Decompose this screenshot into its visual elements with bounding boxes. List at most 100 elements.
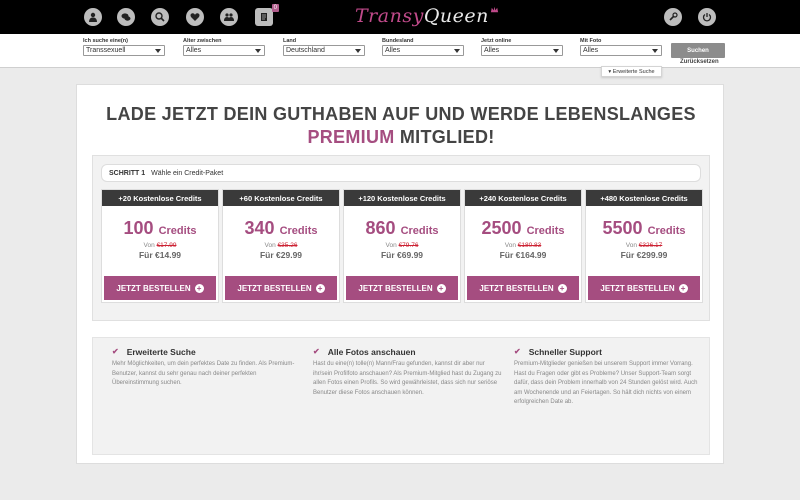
old-price-value: €17.99 <box>156 242 177 249</box>
feature-description: Mehr Möglichkeiten, um dein perfektes Da… <box>112 361 295 386</box>
headline-line2: PREMIUM MITGLIED! <box>77 126 725 149</box>
search-icon[interactable] <box>151 8 169 26</box>
order-now-button[interactable]: JETZT BESTELLEN + <box>346 276 458 300</box>
filter-age: Alter zwischen Alles <box>183 38 265 56</box>
chat-icon[interactable] <box>117 8 135 26</box>
old-price-value: €35.26 <box>277 242 298 249</box>
page-headline: LADE JETZT DEIN GUTHABEN AUF UND WERDE L… <box>77 103 725 149</box>
online-select[interactable]: Alles <box>481 45 563 56</box>
order-label: JETZT BESTELLEN <box>600 283 675 293</box>
package-header: +20 Kostenlose Credits <box>102 190 218 206</box>
filter-label: Land <box>283 38 297 44</box>
order-now-button[interactable]: JETZT BESTELLEN + <box>104 276 216 300</box>
filter-label: Mit Foto <box>580 38 602 44</box>
step-text: Wähle ein Credit-Paket <box>151 169 224 177</box>
notes-icon[interactable]: 0 <box>255 4 279 26</box>
headline-line1: LADE JETZT DEIN GUTHABEN AUF UND WERDE L… <box>106 104 696 124</box>
photo-select[interactable]: Alles <box>580 45 662 56</box>
feature-item: ✔ Alle Fotos anschauen Hast du eine(n) to… <box>313 346 503 398</box>
package-price: Für €299.99 <box>620 250 668 260</box>
check-icon: ✔ <box>313 347 320 356</box>
credit-count: 100 <box>123 218 154 238</box>
order-label: JETZT BESTELLEN <box>116 283 191 293</box>
feature-title: ✔ Erweiterte Suche <box>112 346 302 358</box>
from-label: Von <box>504 242 516 249</box>
users-icon[interactable] <box>220 8 238 26</box>
plus-circle-icon: + <box>436 283 446 293</box>
filter-online: Jetzt online Alles <box>481 38 563 56</box>
reset-link[interactable]: Zurücksetzen <box>680 59 719 65</box>
filter-country: Land Deutschland <box>283 38 365 56</box>
package-card: +20 Kostenlose Credits 100 Credits Von €… <box>101 189 219 303</box>
order-label: JETZT BESTELLEN <box>479 283 554 293</box>
credit-count: 860 <box>365 218 396 238</box>
feature-item: ✔ Erweiterte Suche Mehr Möglichkeiten, um… <box>112 346 302 389</box>
old-price: Von €79.76 <box>344 241 460 250</box>
credit-unit: Credits <box>400 225 439 237</box>
top-nav-bar: 0 Transy Queen <box>0 0 800 34</box>
order-now-button[interactable]: JETZT BESTELLEN + <box>225 276 337 300</box>
check-icon: ✔ <box>112 347 119 356</box>
plus-circle-icon: + <box>557 283 567 293</box>
package-amount: 860 Credits <box>344 218 460 241</box>
credit-unit: Credits <box>279 225 318 237</box>
state-select[interactable]: Alles <box>382 45 464 56</box>
package-amount: 340 Credits <box>223 218 339 241</box>
filter-label: Alter zwischen <box>183 38 222 44</box>
site-logo[interactable]: Transy Queen <box>355 3 498 29</box>
from-label: Von <box>625 242 637 249</box>
age-select[interactable]: Alles <box>183 45 265 56</box>
order-label: JETZT BESTELLEN <box>358 283 433 293</box>
advanced-search-toggle[interactable]: ▾ Erweiterte Suche <box>601 66 662 77</box>
from-label: Von <box>264 242 276 249</box>
looking-for-select[interactable]: Transsexuell <box>83 45 165 56</box>
package-header: +60 Kostenlose Credits <box>223 190 339 206</box>
headline-premium: PREMIUM <box>307 127 395 147</box>
crown-icon <box>490 6 498 13</box>
credit-unit: Credits <box>647 225 686 237</box>
order-now-button[interactable]: JETZT BESTELLEN + <box>588 276 700 300</box>
credit-unit: Credits <box>158 225 197 237</box>
package-header: +120 Kostenlose Credits <box>344 190 460 206</box>
package-card: +240 Kostenlose Credits 2500 Credits Von… <box>464 189 582 303</box>
step-header: SCHRITT 1 Wähle ein Credit-Paket <box>101 164 701 182</box>
package-card: +120 Kostenlose Credits 860 Credits Von … <box>343 189 461 303</box>
package-price: Für €69.99 <box>380 250 424 260</box>
search-button[interactable]: Suchen <box>671 43 725 58</box>
feature-description: Hast du eine(n) tolle(n) Mann/Frau gefun… <box>313 361 502 396</box>
filter-label: Ich suche eine(n) <box>83 38 128 44</box>
credit-count: 340 <box>244 218 275 238</box>
credit-unit: Credits <box>526 225 565 237</box>
package-amount: 5500 Credits <box>586 218 702 241</box>
wrench-icon[interactable] <box>664 8 682 26</box>
old-price: Von €35.26 <box>223 241 339 250</box>
notes-badge: 0 <box>271 4 279 12</box>
from-label: Von <box>143 242 155 249</box>
plus-circle-icon: + <box>678 283 688 293</box>
old-price: Von €17.99 <box>102 241 218 250</box>
filter-state: Bundesland Alles <box>382 38 464 56</box>
feature-title: ✔ Schneller Support <box>514 346 704 358</box>
filter-photo: Mit Foto Alles <box>580 38 662 56</box>
package-header: +480 Kostenlose Credits <box>586 190 702 206</box>
old-price-value: €326.17 <box>638 242 663 249</box>
plus-circle-icon: + <box>315 283 325 293</box>
old-price: Von €326.17 <box>586 241 702 250</box>
feature-title-text: Erweiterte Suche <box>126 347 196 357</box>
main-card: LADE JETZT DEIN GUTHABEN AUF UND WERDE L… <box>76 84 724 464</box>
country-select[interactable]: Deutschland <box>283 45 365 56</box>
package-card: +60 Kostenlose Credits 340 Credits Von €… <box>222 189 340 303</box>
package-amount: 100 Credits <box>102 218 218 241</box>
old-price-value: €79.76 <box>398 242 419 249</box>
logo-part1: Transy <box>355 5 424 27</box>
power-icon[interactable] <box>698 8 716 26</box>
order-now-button[interactable]: JETZT BESTELLEN + <box>467 276 579 300</box>
user-icon[interactable] <box>84 8 102 26</box>
order-label: JETZT BESTELLEN <box>237 283 312 293</box>
old-price-value: €180.83 <box>517 242 542 249</box>
credit-packages-section: SCHRITT 1 Wähle ein Credit-Paket +20 Kos… <box>92 155 710 321</box>
package-card: +480 Kostenlose Credits 5500 Credits Von… <box>585 189 703 303</box>
logo-part2: Queen <box>423 5 489 27</box>
heart-icon[interactable] <box>186 8 204 26</box>
package-price: Für €14.99 <box>138 250 182 260</box>
